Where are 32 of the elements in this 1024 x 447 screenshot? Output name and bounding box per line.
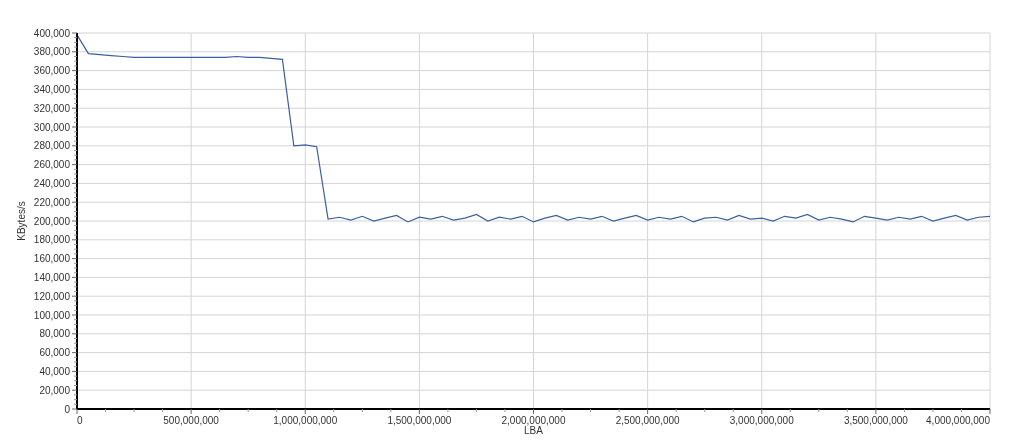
x-tick-label: 1,500,000,000 <box>387 415 452 426</box>
x-axis-title: LBA <box>524 425 543 436</box>
y-tick-label: 320,000 <box>33 102 70 114</box>
y-tick-label: 80,000 <box>39 328 70 340</box>
y-tick-label: 40,000 <box>39 365 70 377</box>
y-tick-label: 20,000 <box>39 384 70 396</box>
y-tick-label: 180,000 <box>33 234 70 246</box>
y-tick-label: 400,000 <box>33 27 70 39</box>
y-tick-label: 200,000 <box>33 215 70 227</box>
y-tick-label: 140,000 <box>33 271 70 283</box>
y-tick-label: 280,000 <box>33 140 70 152</box>
y-tick-label: 380,000 <box>33 46 70 58</box>
x-tick-label: 4,000,000,000 <box>926 415 990 426</box>
y-tick-label: 100,000 <box>33 309 70 321</box>
y-tick-label: 260,000 <box>33 159 70 171</box>
y-tick-label: 0 <box>64 403 70 415</box>
x-tick-label: 3,500,000,000 <box>843 415 908 426</box>
x-tick-label: 2,000,000,000 <box>501 415 566 426</box>
x-tick-label: 500,000,000 <box>163 415 219 426</box>
y-tick-label: 360,000 <box>33 65 70 77</box>
x-tick-label: 2,500,000,000 <box>615 415 680 426</box>
y-tick-label: 340,000 <box>33 83 70 95</box>
y-tick-label: 220,000 <box>33 196 70 208</box>
y-tick-label: 240,000 <box>33 177 70 189</box>
y-tick-label: 300,000 <box>33 121 70 133</box>
y-tick-label: 120,000 <box>33 290 70 302</box>
y-axis-title: KBytes/s <box>16 201 27 241</box>
x-tick-label: 0 <box>77 415 83 426</box>
x-tick-label: 1,000,000,000 <box>273 415 338 426</box>
x-tick-label: 3,000,000,000 <box>729 415 794 426</box>
y-tick-label: 160,000 <box>33 253 70 265</box>
y-tick-label: 60,000 <box>39 347 70 359</box>
